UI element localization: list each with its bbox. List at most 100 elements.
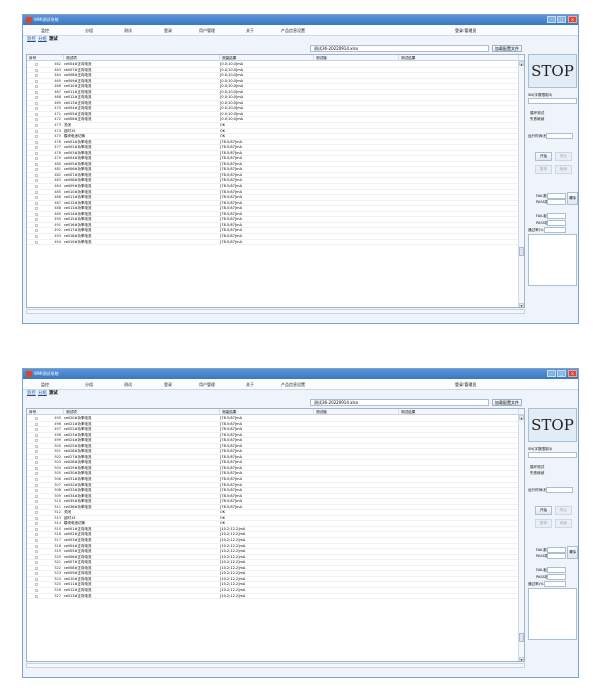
- row-checkbox[interactable]: [35, 212, 38, 216]
- reset-button[interactable]: 清除: [567, 192, 578, 205]
- row-checkbox[interactable]: [35, 444, 38, 448]
- scroll-down-icon[interactable]: ▼: [519, 657, 524, 661]
- vertical-scrollbar[interactable]: ▲ ▼: [518, 415, 524, 661]
- menu-login[interactable]: 登录: [164, 382, 172, 387]
- start-button[interactable]: 开始: [535, 506, 552, 515]
- row-checkbox[interactable]: [35, 500, 38, 504]
- row-checkbox[interactable]: [35, 151, 38, 155]
- run-time-input[interactable]: [546, 487, 573, 493]
- maximize-icon[interactable]: □: [557, 16, 566, 23]
- row-checkbox[interactable]: [35, 511, 38, 515]
- reset-button[interactable]: 清除: [567, 546, 578, 559]
- row-checkbox[interactable]: [35, 450, 38, 454]
- maximize-icon[interactable]: □: [557, 370, 566, 377]
- row-checkbox[interactable]: [35, 505, 38, 509]
- load-config-button[interactable]: 加载配置文件: [492, 45, 522, 52]
- row-checkbox[interactable]: [35, 190, 38, 194]
- menu-group[interactable]: 分组: [85, 382, 93, 387]
- row-checkbox[interactable]: [35, 168, 38, 172]
- log-area[interactable]: [528, 234, 577, 286]
- row-checkbox[interactable]: [35, 124, 38, 128]
- row-checkbox[interactable]: [35, 179, 38, 183]
- menu-login[interactable]: 登录: [164, 28, 172, 33]
- row-checkbox[interactable]: [35, 478, 38, 482]
- tab-test[interactable]: 测试: [49, 391, 58, 397]
- loop-test-option[interactable]: 循环测试: [530, 111, 544, 115]
- sn-input[interactable]: [528, 452, 577, 458]
- row-checkbox[interactable]: [35, 417, 38, 420]
- menu-product-settings[interactable]: 产品信息设置: [281, 28, 305, 33]
- menu-user-management[interactable]: 用户管理: [199, 382, 215, 387]
- row-checkbox[interactable]: [35, 96, 38, 100]
- row-checkbox[interactable]: [35, 234, 38, 238]
- minimize-icon[interactable]: –: [547, 370, 556, 377]
- row-checkbox[interactable]: [35, 533, 38, 537]
- row-checkbox[interactable]: [35, 79, 38, 83]
- menu-about[interactable]: 关于: [246, 28, 254, 33]
- col-test-result[interactable]: 测试结果: [399, 409, 519, 415]
- scroll-thumb[interactable]: [519, 247, 524, 256]
- pause-button[interactable]: 暂停: [535, 519, 552, 528]
- row-checkbox[interactable]: [35, 539, 38, 543]
- row-checkbox[interactable]: [35, 101, 38, 105]
- start-button[interactable]: 开始: [535, 152, 552, 161]
- row-checkbox[interactable]: [35, 483, 38, 487]
- stop-button[interactable]: 停止: [555, 152, 572, 161]
- row-checkbox[interactable]: [35, 433, 38, 437]
- row-checkbox[interactable]: [35, 566, 38, 570]
- col-measure-result[interactable]: 测量结果: [220, 55, 314, 61]
- scroll-down-icon[interactable]: ▼: [519, 303, 524, 307]
- close-icon[interactable]: ×: [568, 16, 577, 23]
- col-measure-result[interactable]: 测量结果: [220, 409, 314, 415]
- row-checkbox[interactable]: [35, 561, 38, 565]
- stop-button[interactable]: 停止: [555, 506, 572, 515]
- tab-group[interactable]: 分组: [38, 391, 47, 397]
- row-checkbox[interactable]: [35, 90, 38, 94]
- close-icon[interactable]: ×: [568, 370, 577, 377]
- table-row[interactable]: 494 cell19#功率电流 [78.5;87]mA: [27, 240, 519, 246]
- continue-button[interactable]: 继续: [555, 165, 572, 174]
- row-checkbox[interactable]: [35, 201, 38, 205]
- row-checkbox[interactable]: [35, 85, 38, 89]
- col-test-item[interactable]: 测试项: [64, 409, 220, 415]
- menu-user-management[interactable]: 用户管理: [199, 28, 215, 33]
- row-checkbox[interactable]: [35, 223, 38, 227]
- row-checkbox[interactable]: [35, 107, 38, 111]
- title-bar[interactable]: WMI测试系统 – □ ×: [23, 15, 578, 25]
- loop-test-option[interactable]: 循环测试: [530, 465, 544, 469]
- row-checkbox[interactable]: [35, 68, 38, 72]
- row-checkbox[interactable]: [35, 140, 38, 144]
- row-checkbox[interactable]: [35, 466, 38, 470]
- col-test-value[interactable]: 测试值: [314, 55, 399, 61]
- row-checkbox[interactable]: [35, 472, 38, 476]
- row-checkbox[interactable]: [35, 157, 38, 161]
- row-checkbox[interactable]: [35, 185, 38, 189]
- row-checkbox[interactable]: [35, 555, 38, 559]
- run-time-input[interactable]: [546, 133, 573, 139]
- row-checkbox[interactable]: [35, 118, 38, 122]
- row-checkbox[interactable]: [35, 439, 38, 443]
- load-config-button[interactable]: 加载配置文件: [492, 399, 522, 406]
- row-checkbox[interactable]: [35, 229, 38, 233]
- scroll-thumb[interactable]: [519, 633, 524, 642]
- scroll-up-icon[interactable]: ▲: [519, 415, 524, 420]
- col-seq[interactable]: 序号: [27, 409, 64, 415]
- row-checkbox[interactable]: [35, 422, 38, 426]
- table-row[interactable]: 527 cell13#正向电流 [10.2;12.2]mA: [27, 594, 519, 600]
- row-checkbox[interactable]: [35, 577, 38, 581]
- row-checkbox[interactable]: [35, 196, 38, 200]
- config-file-field[interactable]: 测试36-20220914.xlsx: [310, 399, 489, 406]
- vertical-scrollbar[interactable]: ▲ ▼: [518, 61, 524, 307]
- minimize-icon[interactable]: –: [547, 16, 556, 23]
- menu-about[interactable]: 关于: [246, 382, 254, 387]
- fail-continue-option[interactable]: 失败继续: [530, 471, 544, 475]
- col-seq[interactable]: 序号: [27, 55, 64, 61]
- row-checkbox[interactable]: [35, 588, 38, 592]
- row-checkbox[interactable]: [35, 583, 38, 587]
- row-checkbox[interactable]: [35, 572, 38, 576]
- menu-product-settings[interactable]: 产品信息设置: [281, 382, 305, 387]
- tab-monitor[interactable]: 监控: [27, 37, 36, 43]
- row-checkbox[interactable]: [35, 135, 38, 139]
- col-test-item[interactable]: 测试项: [64, 55, 220, 61]
- row-checkbox[interactable]: [35, 428, 38, 432]
